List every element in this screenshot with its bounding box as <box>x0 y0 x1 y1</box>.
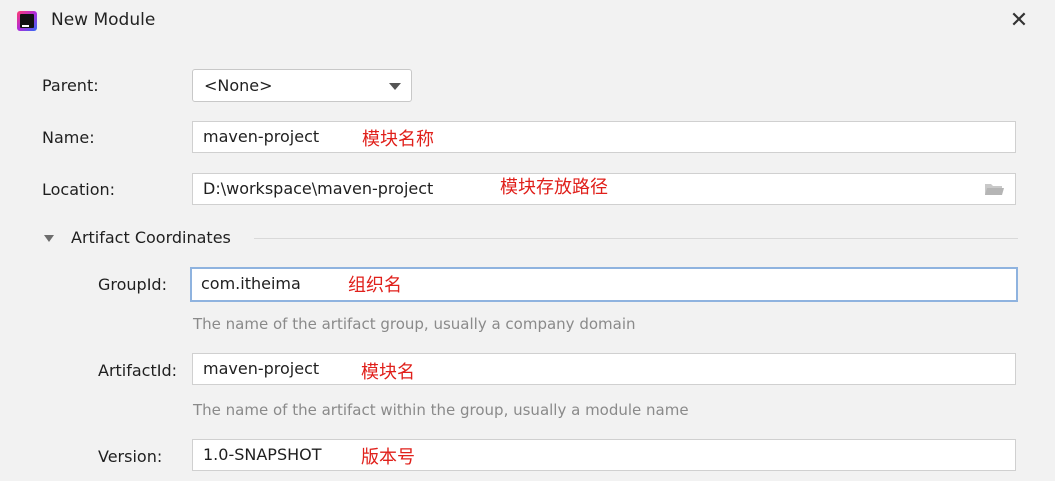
artifactid-field-value: maven-project <box>203 359 320 378</box>
name-label: Name: <box>42 128 95 147</box>
name-field[interactable]: maven-project <box>192 121 1016 153</box>
section-divider <box>254 238 1018 239</box>
intellij-app-icon <box>17 11 37 31</box>
parent-label: Parent: <box>42 76 99 95</box>
title-bar: New Module ✕ <box>0 0 1055 44</box>
window-title: New Module <box>51 10 156 30</box>
parent-selected-value: <None> <box>204 76 273 95</box>
groupid-label: GroupId: <box>98 275 167 294</box>
groupid-hint: The name of the artifact group, usually … <box>193 315 636 333</box>
name-annotation: 模块名称 <box>362 129 434 150</box>
groupid-field-value: com.itheima <box>201 274 301 293</box>
artifact-coordinates-label: Artifact Coordinates <box>71 228 231 247</box>
version-label: Version: <box>98 447 163 466</box>
artifactid-field[interactable]: maven-project <box>192 353 1016 385</box>
groupid-annotation: 组织名 <box>348 275 402 296</box>
close-icon[interactable]: ✕ <box>1005 7 1033 35</box>
folder-icon[interactable] <box>984 181 1004 197</box>
location-field-value: D:\workspace\maven-project <box>203 179 434 198</box>
artifactid-annotation: 模块名 <box>361 362 415 383</box>
version-annotation: 版本号 <box>361 447 415 468</box>
chevron-down-icon <box>389 83 401 90</box>
parent-dropdown[interactable]: <None> <box>192 69 412 102</box>
location-annotation: 模块存放路径 <box>500 177 608 198</box>
name-field-value: maven-project <box>203 127 320 146</box>
groupid-field[interactable]: com.itheima <box>190 267 1018 302</box>
location-label: Location: <box>42 180 116 199</box>
artifactid-hint: The name of the artifact within the grou… <box>193 401 689 419</box>
artifactid-label: ArtifactId: <box>98 361 178 380</box>
version-field-value: 1.0-SNAPSHOT <box>203 445 322 464</box>
collapse-triangle-icon[interactable] <box>44 235 54 242</box>
version-field[interactable]: 1.0-SNAPSHOT <box>192 439 1016 471</box>
